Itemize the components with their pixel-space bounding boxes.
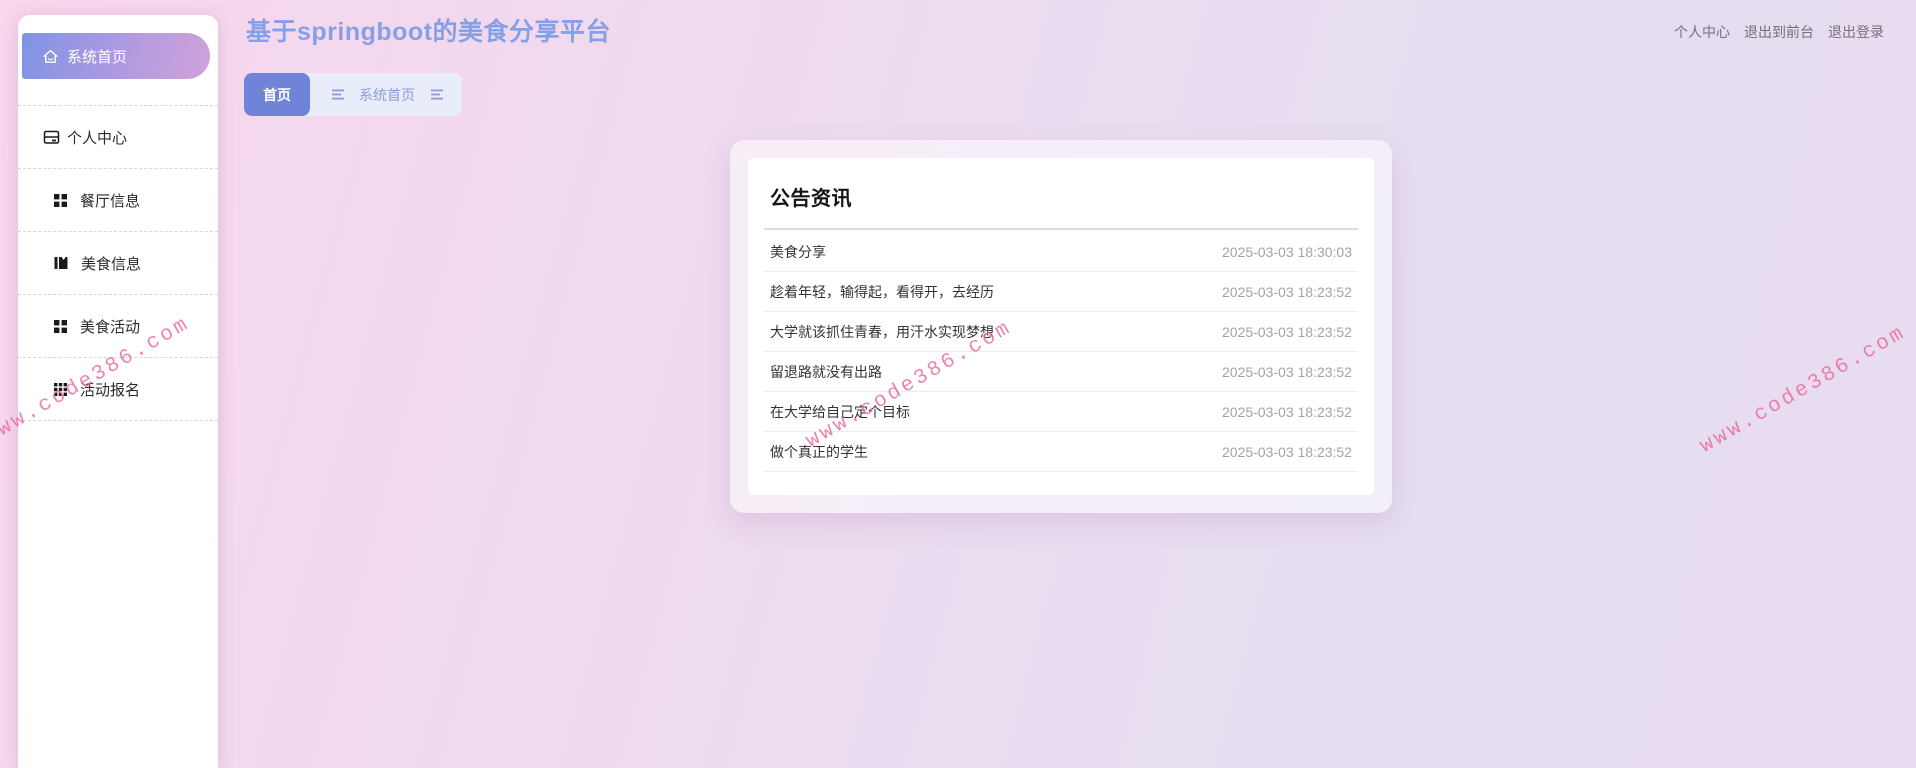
sidebar-item-restaurant-info[interactable]: 餐厅信息	[18, 169, 218, 232]
sidebar-item-label: 个人中心	[67, 129, 128, 147]
announcement-row[interactable]: 趁着年轻，输得起，看得开，去经历 2025-03-03 18:23:52	[764, 272, 1358, 312]
announcement-text: 在大学给自己定个目标	[770, 403, 910, 420]
nav-exit-to-front[interactable]: 退出到前台	[1744, 22, 1814, 42]
sidebar: 系统首页 个人中心 餐厅信息 美食信息 美食活动 活动报名	[18, 15, 218, 768]
announcement-row[interactable]: 大学就该抓住青春，用汗水实现梦想 2025-03-03 18:23:52	[764, 312, 1358, 352]
announcement-time: 2025-03-03 18:23:52	[1222, 403, 1352, 420]
announcement-row[interactable]: 美食分享 2025-03-03 18:30:03	[764, 232, 1358, 272]
announcement-card: 公告资讯 美食分享 2025-03-03 18:30:03 趁着年轻，输得起，看…	[748, 158, 1374, 495]
nav-logout[interactable]: 退出登录	[1828, 22, 1884, 42]
announcement-title: 公告资讯	[764, 158, 1358, 230]
sidebar-item-label: 活动报名	[80, 381, 141, 399]
announcement-row[interactable]: 做个真正的学生 2025-03-03 18:23:52	[764, 432, 1358, 472]
announcement-card-container: 公告资讯 美食分享 2025-03-03 18:30:03 趁着年轻，输得起，看…	[730, 140, 1392, 513]
book-icon	[53, 255, 69, 271]
sidebar-item-label: 美食信息	[81, 255, 142, 273]
grid9-icon	[53, 382, 68, 397]
food-share-admin-page: 基于springboot的美食分享平台 个人中心 退出到前台 退出登录 系统首页	[0, 0, 1916, 768]
grid4-icon	[53, 319, 68, 334]
breadcrumb-system-home[interactable]: 系统首页	[359, 85, 415, 105]
sidebar-item-system-home[interactable]: 系统首页	[22, 33, 210, 79]
tab-home[interactable]: 首页	[244, 73, 310, 116]
sidebar-item-personal-center[interactable]: 个人中心	[18, 106, 218, 169]
announcement-time: 2025-03-03 18:23:52	[1222, 283, 1352, 300]
page-title: 基于springboot的美食分享平台	[246, 18, 612, 46]
window-icon	[43, 129, 61, 146]
announcement-text: 趁着年轻，输得起，看得开，去经历	[770, 283, 994, 300]
menu-lines-icon[interactable]	[332, 89, 345, 100]
sidebar-item-food-info[interactable]: 美食信息	[18, 232, 218, 295]
sidebar-item-label: 美食活动	[80, 318, 141, 336]
sidebar-item-label: 系统首页	[67, 48, 128, 66]
announcement-text: 留退路就没有出路	[770, 363, 882, 380]
header-nav: 个人中心 退出到前台 退出登录	[1674, 22, 1884, 42]
announcement-text: 做个真正的学生	[770, 443, 868, 460]
nav-personal-center[interactable]: 个人中心	[1674, 22, 1730, 42]
grid4-icon	[53, 193, 68, 208]
announcement-time: 2025-03-03 18:23:52	[1222, 443, 1352, 460]
announcement-row[interactable]: 留退路就没有出路 2025-03-03 18:23:52	[764, 352, 1358, 392]
home-icon	[42, 48, 59, 65]
sidebar-item-label: 餐厅信息	[80, 192, 141, 210]
announcement-list: 美食分享 2025-03-03 18:30:03 趁着年轻，输得起，看得开，去经…	[764, 232, 1358, 472]
sidebar-item-activity-signup[interactable]: 活动报名	[18, 358, 218, 421]
sidebar-item-food-activity[interactable]: 美食活动	[18, 295, 218, 358]
watermark-text: www.code386.com	[1696, 321, 1911, 459]
announcement-text: 大学就该抓住青春，用汗水实现梦想	[770, 323, 994, 340]
sidebar-menu: 个人中心 餐厅信息 美食信息 美食活动 活动报名	[18, 105, 218, 421]
menu-lines-icon[interactable]	[431, 89, 444, 100]
announcement-time: 2025-03-03 18:23:52	[1222, 323, 1352, 340]
announcement-time: 2025-03-03 18:23:52	[1222, 363, 1352, 380]
announcement-time: 2025-03-03 18:30:03	[1222, 243, 1352, 260]
announcement-row[interactable]: 在大学给自己定个目标 2025-03-03 18:23:52	[764, 392, 1358, 432]
announcement-text: 美食分享	[770, 243, 826, 260]
tab-strip: 首页 系统首页	[244, 73, 462, 116]
